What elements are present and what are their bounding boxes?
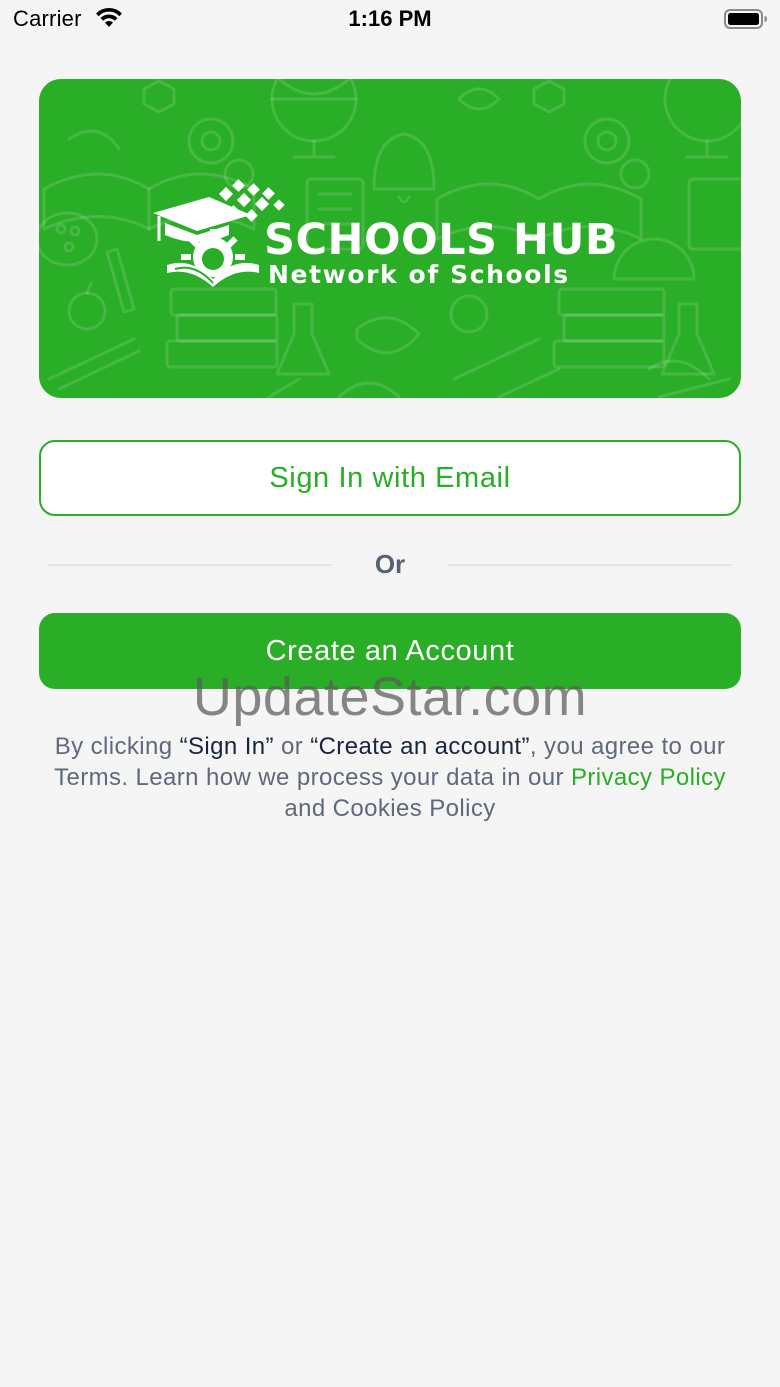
banner-title: SCHOOLS HUB <box>264 215 619 265</box>
terms-text-1: By clicking <box>54 733 180 760</box>
login-screen: Carrier 1:16 PM SCHOOLS HUB Network of S… <box>0 0 780 1387</box>
privacy-policy-link[interactable]: Privacy Policy <box>571 764 726 791</box>
clock: 1:16 PM <box>348 6 432 31</box>
banner-subtitle: Network of Schools <box>268 260 570 289</box>
schools-hub-banner: SCHOOLS HUB Network of Schools <box>39 79 741 398</box>
watermark: UpdateStar.com <box>192 667 588 727</box>
terms-notice: By clicking “Sign In” or “Create an acco… <box>40 731 740 824</box>
terms-create-quote: “Create an account” <box>310 733 530 760</box>
divider-line-right <box>448 564 732 566</box>
status-bar: Carrier 1:16 PM <box>0 0 780 40</box>
terms-text-4: and Cookies Policy <box>284 795 496 822</box>
terms-text-2: or <box>273 733 311 760</box>
terms-sign-in-quote: “Sign In” <box>179 733 274 760</box>
battery-icon <box>724 9 767 29</box>
sign-in-email-button[interactable]: Sign In with Email <box>39 440 741 516</box>
